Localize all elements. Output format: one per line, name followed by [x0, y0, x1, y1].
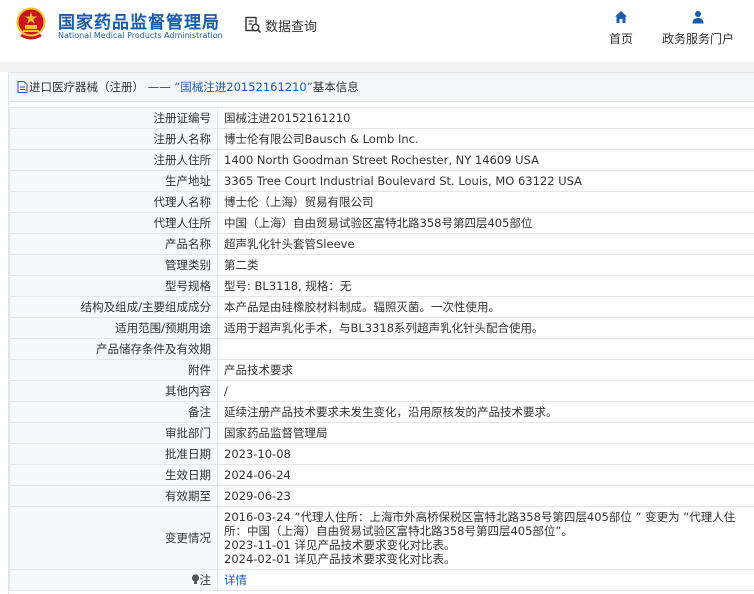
info-table-body: 注册证编号 国械注进20152161210 注册人名称 博士伦有限公司Bausch &…	[9, 107, 754, 591]
table-row: 附件 产品技术要求	[9, 359, 754, 381]
note-value-cell: 详情	[217, 569, 754, 591]
field-label: 代理人住所	[9, 212, 218, 234]
field-value: 适用于超声乳化手术，与BL3318系列超声乳化针头配合使用。	[217, 317, 754, 339]
nav-service-portal[interactable]: 政务服务门户	[652, 10, 744, 47]
field-label: 批准日期	[9, 443, 218, 465]
field-value: 国家药品监督管理局	[217, 422, 754, 444]
table-row: 生产地址 3365 Tree Court Industrial Boulevard…	[9, 170, 754, 192]
site-header: 国家药品监督管理局 National Medical Products Admi…	[0, 0, 754, 62]
table-row: 适用范围/预期用途 适用于超声乳化手术，与BL3318系列超声乳化针头配合使用。	[9, 317, 754, 339]
table-row: 产品名称 超声乳化针头套管Sleeve	[9, 233, 754, 255]
table-row: 审批部门 国家药品监督管理局	[9, 422, 754, 444]
change-entry: 2023-11-01 详见产品技术要求变化对比表。	[224, 538, 456, 552]
field-label: 附件	[9, 359, 218, 381]
field-label: 生产地址	[9, 170, 218, 192]
panel-title-suffix: 基本信息	[312, 80, 359, 94]
field-label: 产品储存条件及有效期	[9, 338, 218, 360]
change-entry: 2016-03-24 “代理人住所：上海市外高桥保税区富特北路358号第四层40…	[224, 510, 736, 538]
document-icon	[17, 81, 28, 93]
field-label: 审批部门	[9, 422, 218, 444]
panel-title-category: 进口医疗器械（注册）	[29, 80, 144, 94]
note-label: 注	[199, 572, 212, 587]
table-row: 结构及组成/主要组成成分 本产品是由硅橡胶材料制成。辐照灭菌。一次性使用。	[9, 296, 754, 318]
field-label: 注册人名称	[9, 128, 218, 150]
table-row: 批准日期 2023-10-08	[9, 443, 754, 465]
table-row: 备注 延续注册产品技术要求未发生变化，沿用原核发的产品技术要求。	[9, 401, 754, 423]
table-row: 有效期至 2029-06-23	[9, 485, 754, 507]
field-value: 延续注册产品技术要求未发生变化，沿用原核发的产品技术要求。	[217, 401, 754, 423]
field-value: 2023-10-08	[217, 443, 754, 465]
field-label: 注册人住所	[9, 149, 218, 171]
nav-service-portal-label: 政务服务门户	[661, 32, 734, 46]
field-value	[217, 338, 754, 360]
field-value: 1400 North Goodman Street Rochester, NY …	[217, 149, 754, 171]
field-label: 其他内容	[9, 380, 218, 402]
panel-title-separator: ——	[144, 80, 175, 94]
field-value: 型号: BL3118, 规格：无	[217, 275, 754, 297]
field-value: 国械注进20152161210	[217, 107, 754, 129]
field-value: 博士伦有限公司Bausch & Lomb Inc.	[217, 128, 754, 150]
registration-info-table: 注册证编号 国械注进20152161210 注册人名称 博士伦有限公司Bausch &…	[9, 107, 754, 591]
table-row: 生效日期 2024-06-24	[9, 464, 754, 486]
field-value: 中国（上海）自由贸易试验区富特北路358号第四层405部位	[217, 212, 754, 234]
search-document-icon	[245, 16, 262, 34]
table-row: 注册人名称 博士伦有限公司Bausch & Lomb Inc.	[9, 128, 754, 150]
table-row: 代理人名称 博士伦（上海）贸易有限公司	[9, 191, 754, 213]
field-value: 本产品是由硅橡胶材料制成。辐照灭菌。一次性使用。	[217, 296, 754, 318]
table-row-changes: 变更情况 2016-03-24 “代理人住所：上海市外高桥保税区富特北路358号第…	[9, 506, 754, 570]
field-label: 结构及组成/主要组成成分	[9, 296, 218, 318]
field-label: 备注	[9, 401, 218, 423]
lightbulb-icon	[191, 573, 199, 584]
field-label: 注册证编号	[9, 107, 218, 129]
field-value: 第二类	[217, 254, 754, 276]
site-logo-subtitle: National Medical Products Administration	[58, 31, 223, 40]
field-label: 代理人名称	[9, 191, 218, 213]
details-link[interactable]: 详情	[224, 573, 247, 587]
field-label: 生效日期	[9, 464, 218, 486]
table-row: 代理人住所 中国（上海）自由贸易试验区富特北路358号第四层405部位	[9, 212, 754, 234]
field-value: 博士伦（上海）贸易有限公司	[217, 191, 754, 213]
table-row-note: 注详情	[9, 569, 754, 591]
nav-home[interactable]: 首页	[601, 10, 641, 47]
note-label-cell: 注	[9, 569, 218, 591]
table-row: 注册证编号 国械注进20152161210	[9, 107, 754, 129]
panel-title: 进口医疗器械（注册） —— “国械注进20152161210”基本信息	[9, 73, 754, 102]
change-entry: 2024-02-01 详见产品技术要求变化对比表。	[224, 552, 456, 566]
field-value: 2024-06-24	[217, 464, 754, 486]
field-value: /	[217, 380, 754, 402]
field-value: 2029-06-23	[217, 485, 754, 507]
table-row: 注册人住所 1400 North Goodman Street Rochester…	[9, 149, 754, 171]
national-emblem-icon	[16, 7, 46, 40]
table-row: 其他内容 /	[9, 380, 754, 402]
field-value: 产品技术要求	[217, 359, 754, 381]
field-label: 型号规格	[9, 275, 218, 297]
detail-panel: 进口医疗器械（注册） —— “国械注进20152161210”基本信息 注册证编…	[8, 72, 754, 594]
field-value: 超声乳化针头套管Sleeve	[217, 233, 754, 255]
data-query-link[interactable]: 数据查询	[244, 14, 317, 36]
table-row: 产品储存条件及有效期	[9, 338, 754, 360]
site-logo-title: 国家药品监督管理局	[58, 13, 220, 33]
user-icon	[692, 11, 704, 24]
nav-home-label: 首页	[608, 32, 633, 46]
panel-title-number: “国械注进20152161210”	[174, 80, 313, 94]
field-label: 变更情况	[9, 506, 218, 570]
change-history: 2016-03-24 “代理人住所：上海市外高桥保税区富特北路358号第四层40…	[217, 506, 754, 570]
header-divider	[0, 62, 754, 72]
field-label: 管理类别	[9, 254, 218, 276]
data-query-label: 数据查询	[265, 19, 318, 35]
field-label: 适用范围/预期用途	[9, 317, 218, 339]
table-row: 型号规格 型号: BL3118, 规格：无	[9, 275, 754, 297]
field-label: 产品名称	[9, 233, 218, 255]
field-value: 3365 Tree Court Industrial Boulevard St.…	[217, 170, 754, 192]
field-label: 有效期至	[9, 485, 218, 507]
home-icon	[615, 11, 627, 23]
table-row: 管理类别 第二类	[9, 254, 754, 276]
